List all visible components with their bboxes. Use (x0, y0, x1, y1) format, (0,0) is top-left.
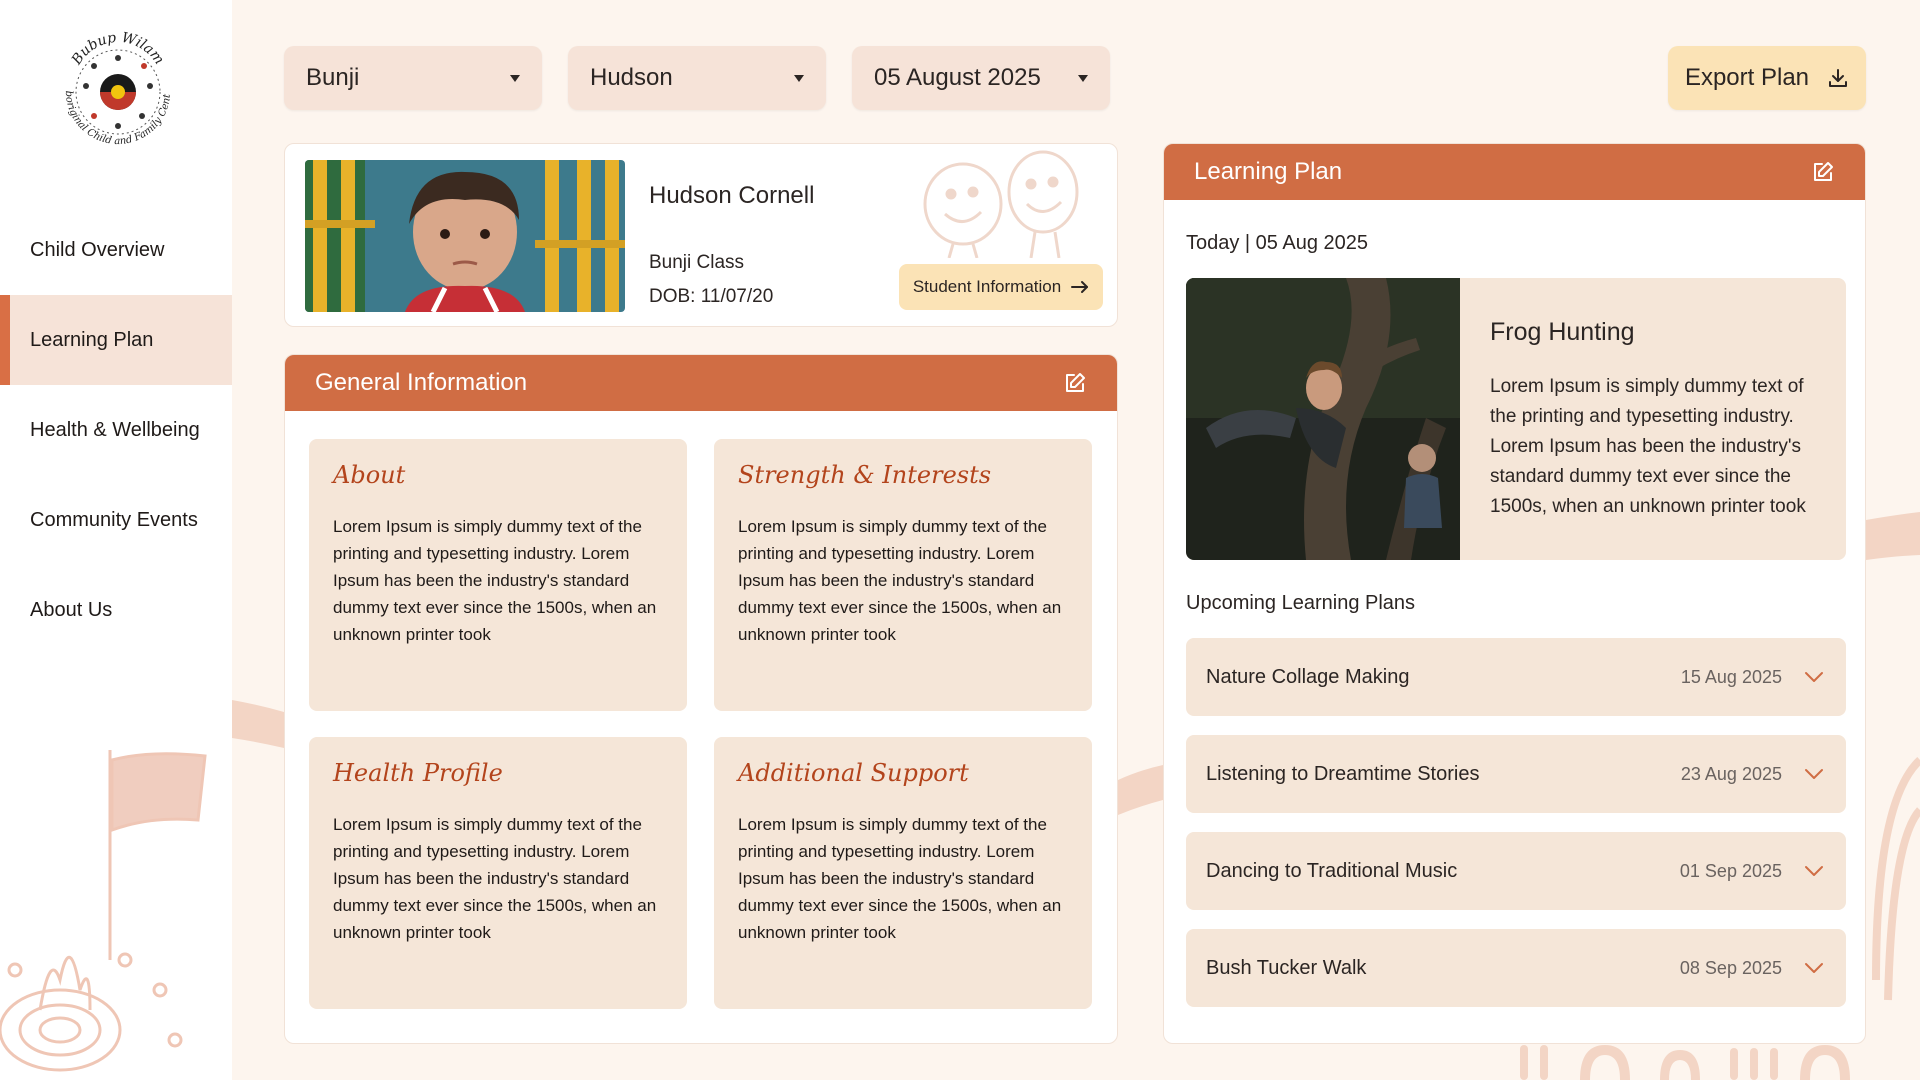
child-select-value: Hudson (590, 64, 673, 91)
student-name: Hudson Cornell (649, 182, 815, 209)
chevron-down-icon[interactable] (1804, 865, 1824, 877)
sidebar-item-health-wellbeing[interactable]: Health & Wellbeing (0, 385, 232, 475)
download-icon (1829, 69, 1848, 87)
upcoming-plan-date: 08 Sep 2025 (1679, 957, 1782, 978)
child-photo (305, 160, 625, 312)
strength-interests-text: Lorem Ipsum is simply dummy text of the … (738, 517, 1062, 644)
student-card: Hudson Cornell Bunji Class DOB: 11/07/20… (284, 143, 1118, 327)
student-dob: DOB: 11/07/20 (649, 286, 774, 307)
sidebar-item-about-us[interactable]: About Us (0, 565, 232, 655)
health-profile-text: Lorem Ipsum is simply dummy text of the … (333, 815, 657, 942)
upcoming-plan-row[interactable]: Bush Tucker Walk 08 Sep 2025 (1186, 929, 1846, 1007)
about-box: About Lorem Ipsum is simply dummy text o… (309, 439, 687, 711)
smiley-illustration (923, 150, 1079, 258)
sidebar-item-learning-plan[interactable]: Learning Plan (0, 295, 232, 385)
sidebar-nav: Child Overview Learning Plan Health & We… (0, 205, 232, 655)
health-profile-title: Health Profile (333, 759, 503, 787)
upcoming-plan-title: Listening to Dreamtime Stories (1206, 762, 1480, 785)
flag-campfire-illustration (0, 750, 207, 1072)
sidebar-item-child-overview[interactable]: Child Overview (0, 205, 232, 295)
upcoming-plans-label: Upcoming Learning Plans (1186, 592, 1416, 614)
about-text: Lorem Ipsum is simply dummy text of the … (333, 517, 657, 644)
sidebar: Bubup Wilam Aboriginal Child and Family … (0, 0, 232, 1080)
date-select[interactable]: 05 August 2025 (852, 46, 1110, 110)
upcoming-plan-title: Dancing to Traditional Music (1206, 859, 1458, 882)
chevron-down-icon[interactable] (1804, 768, 1824, 780)
general-information-header: General Information (285, 355, 1117, 411)
upcoming-plan-title: Bush Tucker Walk (1206, 956, 1367, 979)
child-select[interactable]: Hudson (568, 46, 826, 110)
learning-plan-title: Learning Plan (1194, 158, 1343, 185)
strength-interests-title: Strength & Interests (738, 461, 992, 489)
featured-activity-title: Frog Hunting (1490, 318, 1635, 346)
additional-support-box: Additional Support Lorem Ipsum is simply… (714, 737, 1092, 1009)
caret-down-icon (794, 74, 804, 82)
brand-logo: Bubup Wilam Aboriginal Child and Family … (52, 26, 173, 147)
class-select-value: Bunji (306, 64, 360, 91)
general-information-card: General Information About Lorem Ipsum is… (284, 354, 1118, 1044)
date-select-value: 05 August 2025 (874, 64, 1041, 91)
edit-icon[interactable] (1811, 160, 1835, 184)
sidebar-item-community-events[interactable]: Community Events (0, 475, 232, 565)
additional-support-text: Lorem Ipsum is simply dummy text of the … (738, 815, 1062, 942)
student-class: Bunji Class (649, 252, 745, 273)
strength-interests-box: Strength & Interests Lorem Ipsum is simp… (714, 439, 1092, 711)
featured-activity-text: Lorem Ipsum is simply dummy text of the … (1490, 376, 1806, 517)
featured-activity[interactable]: Frog Hunting Lorem Ipsum is simply dummy… (1186, 278, 1846, 560)
caret-down-icon (510, 74, 520, 82)
chevron-down-icon[interactable] (1804, 671, 1824, 683)
general-information-title: General Information (315, 369, 528, 396)
caret-down-icon (1078, 74, 1088, 82)
svg-text:Bubup Wilam: Bubup Wilam (68, 30, 167, 69)
brand-name: Bubup Wilam (68, 30, 167, 69)
learning-plan-card: Learning Plan Today | 05 Aug 2025 Frog H… (1163, 143, 1866, 1044)
upcoming-plan-row[interactable]: Dancing to Traditional Music 01 Sep 2025 (1186, 832, 1846, 910)
student-information-button[interactable]: Student Information (899, 264, 1103, 310)
upcoming-plan-date: 23 Aug 2025 (1680, 763, 1782, 784)
activity-photo (1186, 278, 1460, 560)
export-plan-label: Export Plan (1684, 64, 1810, 91)
arrow-right-icon (1071, 281, 1089, 293)
upcoming-plan-row[interactable]: Listening to Dreamtime Stories 23 Aug 20… (1186, 735, 1846, 813)
learning-plan-header: Learning Plan (1164, 144, 1865, 200)
class-select[interactable]: Bunji (284, 46, 542, 110)
chevron-down-icon[interactable] (1804, 962, 1824, 974)
health-profile-box: Health Profile Lorem Ipsum is simply dum… (309, 737, 687, 1009)
additional-support-title: Additional Support (738, 759, 969, 787)
upcoming-plan-row[interactable]: Nature Collage Making 15 Aug 2025 (1186, 638, 1846, 716)
upcoming-plan-date: 01 Sep 2025 (1679, 860, 1782, 881)
about-title: About (333, 461, 406, 489)
export-plan-button[interactable]: Export Plan (1668, 46, 1866, 110)
upcoming-plan-date: 15 Aug 2025 (1680, 666, 1782, 687)
edit-icon[interactable] (1063, 371, 1087, 395)
student-information-label: Student Information (912, 277, 1062, 296)
upcoming-plan-title: Nature Collage Making (1206, 665, 1410, 688)
today-date-label: Today | 05 Aug 2025 (1186, 232, 1369, 254)
